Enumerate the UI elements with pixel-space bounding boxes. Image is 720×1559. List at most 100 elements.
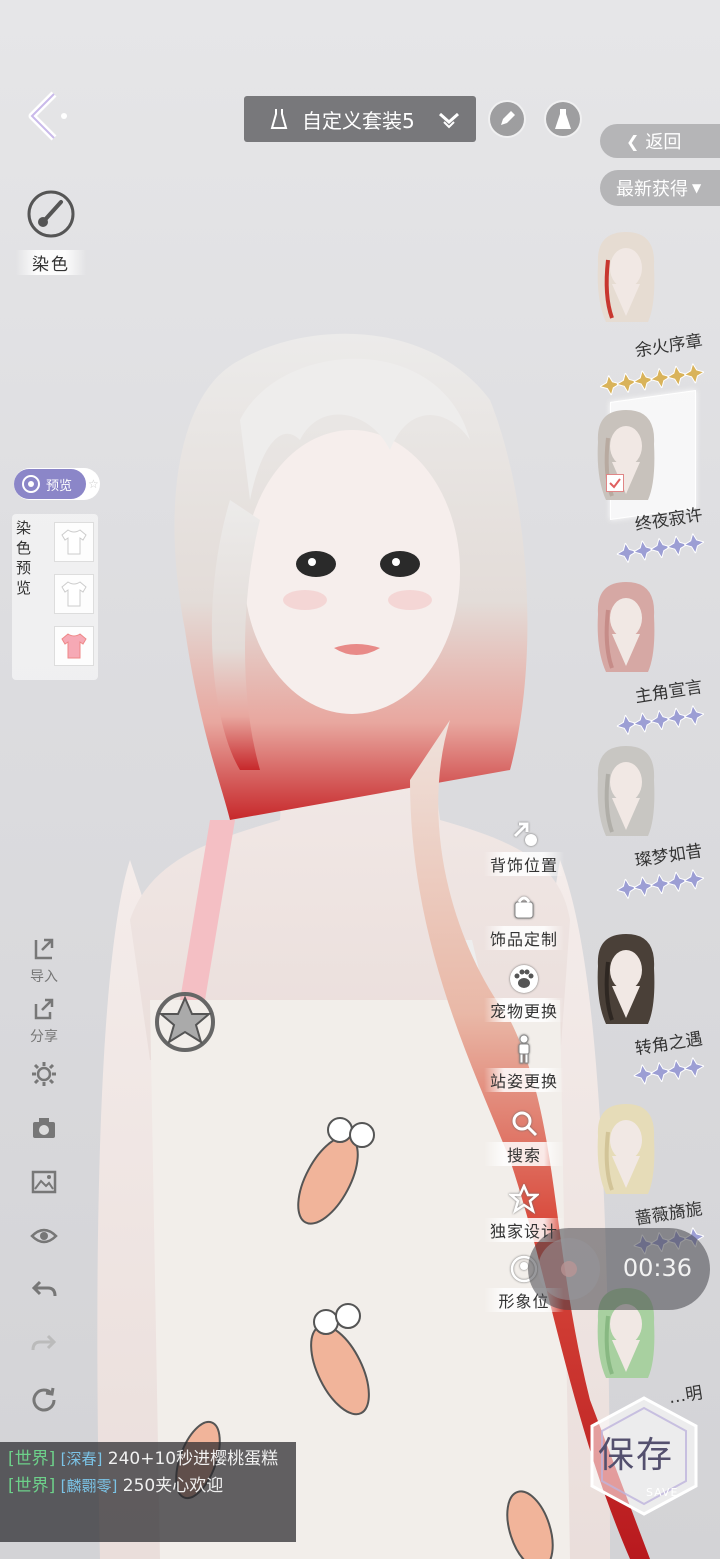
tool-image[interactable] [22, 1168, 66, 1200]
hair-thumbnail [597, 934, 655, 1024]
rating-star-icon [682, 868, 706, 891]
tool-label: 导入 [30, 969, 58, 985]
redo-icon [31, 1334, 57, 1351]
share-icon [34, 998, 54, 1020]
action-label: 站姿更换 [484, 1068, 564, 1092]
hair-item-name: 璨梦如昔 [633, 841, 704, 872]
triangle-down-icon: ▼ [692, 181, 702, 195]
tool-settings-gear[interactable] [22, 1060, 66, 1092]
tool-share[interactable]: 分享 [22, 996, 66, 1046]
hair-item[interactable]: 余火序章 [586, 226, 720, 397]
sort-dropdown[interactable]: 最新获得 ▼ [600, 170, 720, 206]
tool-import[interactable]: 导入 [22, 936, 66, 986]
chat-text: 250夹心欢迎 [122, 1476, 224, 1496]
rating-stars [615, 868, 706, 901]
tool-camera[interactable] [22, 1114, 66, 1146]
back-button[interactable] [22, 88, 82, 148]
rating-stars [615, 704, 706, 737]
hair-item-name: 蔷薇旖旎 [633, 1199, 704, 1230]
action-label: 饰品定制 [484, 926, 564, 950]
action-paw[interactable]: 宠物更换 [484, 964, 564, 1022]
dye-preview-title: 染色预览 [16, 519, 32, 597]
rating-stars [615, 532, 706, 565]
chevron-left-icon [28, 91, 67, 141]
chat-user: [深春] [60, 1450, 103, 1468]
chat-channel: [世界] [8, 1449, 56, 1469]
outfit-name: 自定义套装5 [302, 108, 415, 133]
edit-outfit-button[interactable] [488, 100, 526, 138]
chat-message: [世界] [深春] 240+10秒进樱桃蛋糕 [8, 1446, 288, 1473]
hair-thumbnail [597, 1104, 655, 1194]
image-icon [31, 1170, 57, 1194]
preview-shirt-slot[interactable] [54, 522, 94, 562]
preview-shirt-slot[interactable] [54, 574, 94, 614]
recording-timer: 00:36 [622, 1254, 692, 1282]
hair-item[interactable]: 璨梦如昔 [586, 740, 720, 910]
dye-brush-icon [27, 190, 75, 238]
back-accessory-icon [513, 822, 537, 846]
bag-icon [514, 896, 534, 919]
action-bag[interactable]: 饰品定制 [484, 892, 564, 950]
tool-label: 分享 [30, 1029, 58, 1045]
rating-stars [632, 1056, 706, 1086]
reset-icon [32, 1387, 56, 1412]
rating-stars [598, 362, 706, 397]
person-icon [518, 1034, 530, 1064]
action-person[interactable]: 站姿更换 [484, 1034, 564, 1092]
chevron-left-icon: ❮ [626, 131, 640, 151]
return-button[interactable]: ❮ 返回 [600, 124, 720, 158]
shirt-icon [61, 581, 87, 607]
hair-item-name: 转角之遇 [633, 1029, 704, 1060]
shirt-icon [61, 633, 87, 659]
tool-redo[interactable] [22, 1330, 66, 1362]
hair-item[interactable]: 转角之遇 [586, 928, 720, 1098]
undo-icon [31, 1280, 57, 1297]
return-label: 返回 [645, 132, 682, 153]
tool-reset[interactable] [22, 1384, 66, 1416]
star-outline-icon: ☆ [88, 477, 99, 491]
eye-icon [30, 1228, 58, 1244]
save-button[interactable]: 保存 SAVE [584, 1396, 704, 1516]
rating-star-icon [682, 362, 706, 385]
action-label: 宠物更换 [484, 998, 564, 1022]
preview-shirt-slot[interactable] [54, 626, 94, 666]
hair-thumbnail [597, 232, 655, 322]
character-model [97, 333, 650, 1559]
hair-item[interactable]: 主角宣言 [586, 576, 720, 746]
star-icon [507, 1182, 541, 1214]
record-icon [538, 1238, 600, 1300]
tool-eye[interactable] [22, 1222, 66, 1254]
dye-button[interactable]: 染色 [16, 188, 86, 275]
hair-item-name: 余火序章 [633, 331, 704, 362]
outfit-dress-button[interactable] [544, 100, 582, 138]
checkmark-icon [606, 474, 624, 492]
dye-preview-panel: 染色预览 [12, 514, 98, 680]
chat-box[interactable]: [世界] [深春] 240+10秒进樱桃蛋糕 [世界] [麟翾零] 250夹心欢… [0, 1442, 296, 1542]
hair-thumbnail [597, 746, 655, 836]
screen-recording-indicator[interactable]: 00:36 [528, 1228, 710, 1310]
chevron-down-icon [439, 112, 459, 129]
shirt-icon [61, 529, 87, 555]
hair-item-name: 主角宣言 [633, 677, 704, 708]
chat-message: [世界] [麟翾零] 250夹心欢迎 [8, 1473, 288, 1500]
chat-text: 240+10秒进樱桃蛋糕 [107, 1449, 279, 1469]
camera-icon [33, 1118, 55, 1138]
tool-undo[interactable] [22, 1276, 66, 1308]
hair-thumbnail [597, 582, 655, 672]
outfit-selector[interactable]: 自定义套装5 [244, 96, 476, 142]
preview-toggle-label: 预览 [46, 478, 73, 494]
import-icon [34, 938, 54, 960]
paw-icon [510, 965, 538, 993]
rating-star-icon [682, 532, 706, 555]
dress-icon [555, 109, 571, 129]
action-back-accessory[interactable]: 背饰位置 [484, 818, 564, 876]
dye-label: 染色 [16, 250, 86, 275]
action-label: 背饰位置 [484, 852, 564, 876]
save-label: 保存 [598, 1435, 675, 1476]
preview-toggle[interactable]: 预览 ☆ [14, 468, 100, 500]
rating-star-icon [682, 704, 706, 727]
action-search[interactable]: 搜索 [484, 1108, 564, 1166]
hair-item-name: 终夜寂许 [633, 505, 704, 536]
settings-gear-icon [32, 1062, 56, 1086]
action-label: 搜索 [484, 1142, 564, 1166]
